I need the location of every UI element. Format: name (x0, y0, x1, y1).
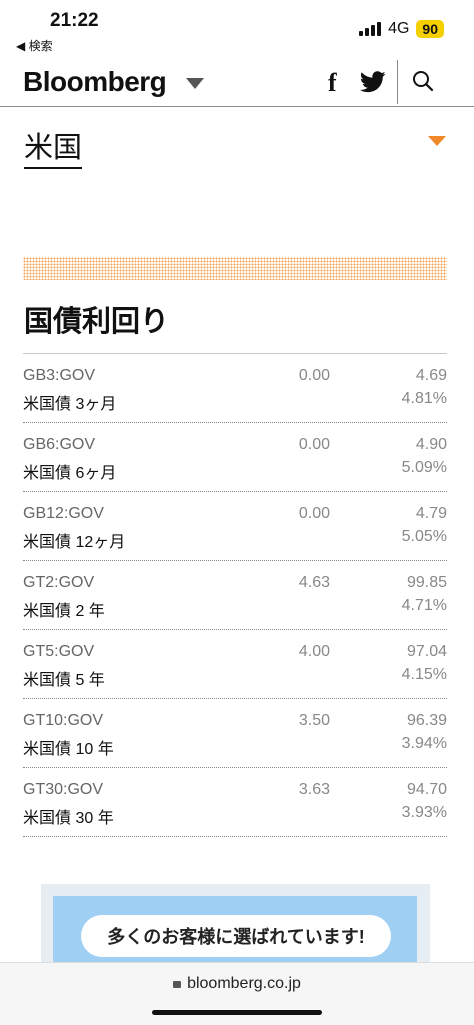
bloomberg-logo[interactable]: Bloomberg (23, 66, 167, 98)
coupon: 0.00 (298, 505, 330, 522)
coupon: 3.50 (298, 712, 330, 729)
region-selector[interactable]: 米国 (24, 124, 83, 169)
price: 4.79 (415, 505, 447, 522)
table-row[interactable]: GT10:GOV 米国債 10 年 3.50 96.39 3.94% (23, 699, 447, 768)
table-row[interactable]: GT30:GOV 米国債 30 年 3.63 94.70 3.93% (23, 768, 447, 837)
region-caret-icon[interactable] (428, 136, 446, 146)
decorative-band (23, 257, 447, 280)
back-to-search-link[interactable]: ◀ 検索 (16, 37, 53, 54)
ticker: GT10:GOV (23, 712, 104, 729)
table-row[interactable]: GB12:GOV 米国債 12ヶ月 0.00 4.79 5.05% (23, 492, 447, 561)
yield: 5.09% (401, 459, 447, 476)
ticker: GT30:GOV (23, 781, 104, 798)
coupon: 4.00 (298, 643, 330, 660)
price: 99.85 (406, 574, 447, 591)
bond-name: 米国債 6ヶ月 (23, 465, 117, 482)
lock-icon (173, 981, 182, 988)
section-title: 国債利回り (24, 306, 170, 338)
price: 97.04 (406, 643, 447, 660)
site-header: Bloomberg f (0, 58, 474, 107)
yield: 5.05% (401, 528, 447, 545)
browser-address-bar[interactable]: bloomberg.co.jp (0, 962, 474, 1025)
ticker: GT5:GOV (23, 643, 95, 660)
price: 94.70 (406, 781, 447, 798)
coupon: 0.00 (298, 436, 330, 453)
ticker: GB3:GOV (23, 367, 96, 384)
ticker: GB12:GOV (23, 505, 104, 522)
url-text: bloomberg.co.jp (187, 975, 301, 992)
status-time: 21:22 (50, 10, 99, 31)
table-row[interactable]: GT5:GOV 米国債 5 年 4.00 97.04 4.15% (23, 630, 447, 699)
price: 4.90 (415, 436, 447, 453)
signal-icon (359, 22, 382, 36)
coupon: 4.63 (298, 574, 330, 591)
yield: 4.15% (401, 666, 447, 683)
facebook-icon[interactable]: f (328, 68, 337, 98)
bond-yield-table: GB3:GOV 米国債 3ヶ月 0.00 4.69 4.81% GB6:GOV … (23, 353, 447, 837)
bond-name: 米国債 12ヶ月 (23, 534, 126, 551)
price: 4.69 (415, 367, 447, 384)
status-indicators: 4G 90 (359, 20, 444, 38)
table-row[interactable]: GB3:GOV 米国債 3ヶ月 0.00 4.69 4.81% (23, 354, 447, 423)
url-display[interactable]: bloomberg.co.jp (0, 975, 474, 993)
coupon: 0.00 (298, 367, 330, 384)
logo-caret-icon[interactable] (186, 78, 204, 89)
ticker: GB6:GOV (23, 436, 96, 453)
network-type: 4G (388, 20, 410, 37)
search-icon[interactable] (412, 70, 434, 92)
yield: 4.81% (401, 390, 447, 407)
bond-name: 米国債 30 年 (23, 810, 114, 827)
bond-name: 米国債 3ヶ月 (23, 396, 117, 413)
twitter-icon[interactable] (360, 71, 386, 93)
yield: 4.71% (401, 597, 447, 614)
battery-icon: 90 (416, 20, 444, 38)
coupon: 3.63 (298, 781, 330, 798)
price: 96.39 (406, 712, 447, 729)
table-row[interactable]: GB6:GOV 米国債 6ヶ月 0.00 4.90 5.09% (23, 423, 447, 492)
bond-name: 米国債 10 年 (23, 741, 114, 758)
ad-headline: 多くのお客様に選ばれています! (81, 915, 391, 957)
yield: 3.94% (401, 735, 447, 752)
yield: 3.93% (401, 804, 447, 821)
ticker: GT2:GOV (23, 574, 95, 591)
bond-name: 米国債 2 年 (23, 603, 105, 620)
header-divider (397, 60, 398, 104)
home-indicator[interactable] (152, 1010, 322, 1015)
ad-banner[interactable]: 多くのお客様に選ばれています! (41, 884, 430, 974)
table-row[interactable]: GT2:GOV 米国債 2 年 4.63 99.85 4.71% (23, 561, 447, 630)
bond-name: 米国債 5 年 (23, 672, 105, 689)
